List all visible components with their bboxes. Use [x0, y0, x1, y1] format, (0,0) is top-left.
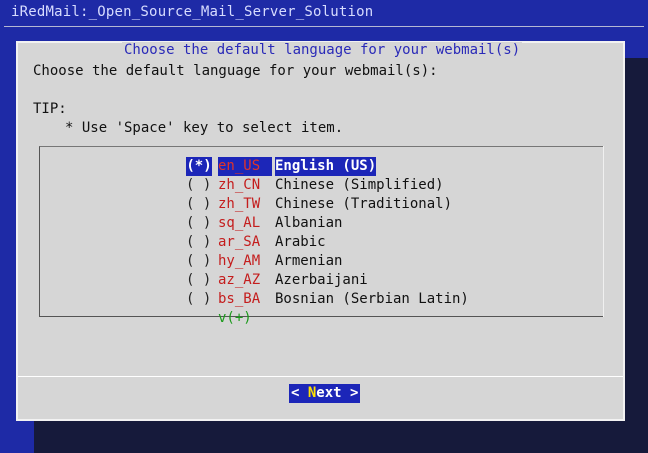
language-dialog: Choose the default language for your web…	[16, 41, 625, 421]
radio-button[interactable]: (*)	[186, 157, 212, 176]
next-button-right: >	[341, 385, 359, 401]
dialog-title: Choose the default language for your web…	[122, 42, 523, 58]
radio-button[interactable]: ( )	[186, 252, 212, 271]
language-item-zh-tw[interactable]: ( ) zh_TW Chinese (Traditional)	[186, 195, 452, 214]
language-code: hy_AM	[218, 253, 261, 269]
language-item-en-us[interactable]: (*) en_US English (US)	[186, 157, 377, 176]
dialog-prompt: Choose the default language for your web…	[33, 63, 438, 79]
language-label: Armenian	[275, 253, 343, 269]
tip-text: * Use 'Space' key to select item.	[65, 120, 344, 136]
language-item-hy-am[interactable]: ( ) hy_AM Armenian	[186, 252, 342, 271]
list-border-right	[603, 146, 604, 317]
language-code: az_AZ	[218, 272, 261, 288]
language-label: Bosnian (Serbian Latin)	[275, 291, 469, 307]
language-code: zh_CN	[218, 177, 261, 193]
language-label: Arabic	[275, 234, 326, 250]
language-item-bs-ba[interactable]: ( ) bs_BA Bosnian (Serbian Latin)	[186, 290, 469, 309]
next-button-rest: ext	[316, 385, 342, 401]
next-button-left: <	[291, 385, 308, 401]
language-code: zh_TW	[218, 196, 261, 212]
language-code: en_US	[218, 157, 272, 176]
next-button[interactable]: < Next >	[289, 384, 361, 403]
radio-button[interactable]: ( )	[186, 233, 212, 252]
radio-button[interactable]: ( )	[186, 271, 212, 290]
language-label: Chinese (Traditional)	[275, 196, 453, 212]
language-label: Chinese (Simplified)	[275, 177, 444, 193]
language-item-az-az[interactable]: ( ) az_AZ Azerbaijani	[186, 271, 368, 290]
button-divider	[18, 376, 623, 377]
window-title: iRedMail:_Open_Source_Mail_Server_Soluti…	[11, 4, 374, 20]
radio-button[interactable]: ( )	[186, 214, 212, 233]
language-item-sq-al[interactable]: ( ) sq_AL Albanian	[186, 214, 342, 233]
language-item-zh-cn[interactable]: ( ) zh_CN Chinese (Simplified)	[186, 176, 444, 195]
language-code: sq_AL	[218, 215, 261, 231]
more-items-indicator: v(+)	[218, 310, 252, 326]
radio-button[interactable]: ( )	[186, 195, 212, 214]
language-label: Albanian	[275, 215, 343, 231]
tip-heading: TIP:	[33, 101, 67, 117]
language-label: Azerbaijani	[275, 272, 368, 288]
radio-button[interactable]: ( )	[186, 176, 212, 195]
language-label: English (US)	[275, 157, 377, 176]
language-item-ar-sa[interactable]: ( ) ar_SA Arabic	[186, 233, 326, 252]
language-code: bs_BA	[218, 291, 261, 307]
radio-button[interactable]: ( )	[186, 290, 212, 309]
language-code: ar_SA	[218, 234, 261, 250]
title-divider	[4, 26, 644, 27]
